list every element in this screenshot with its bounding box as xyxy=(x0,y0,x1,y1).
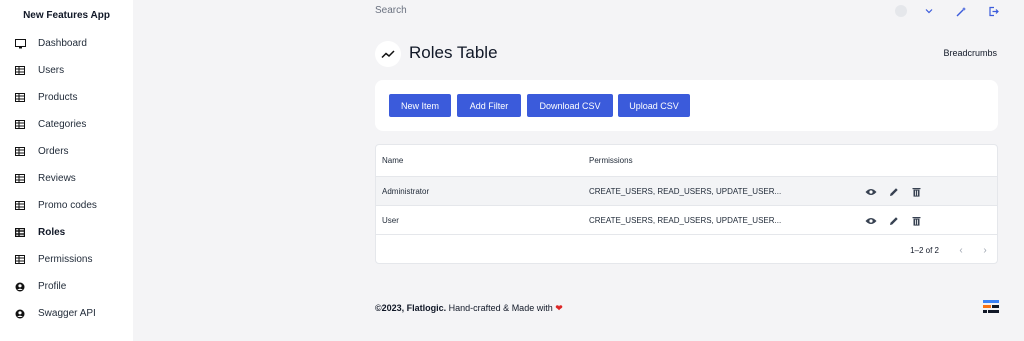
upload-csv-button[interactable]: Upload CSV xyxy=(618,94,690,117)
cell-name: User xyxy=(382,216,399,225)
chevron-right-icon[interactable]: › xyxy=(979,243,991,257)
sidebar-item-promo-codes[interactable]: Promo codes xyxy=(0,192,133,219)
logout-icon[interactable] xyxy=(986,4,1000,18)
sidebar-item-label: Dashboard xyxy=(38,38,87,49)
table-icon xyxy=(14,200,26,212)
sidebar-item-profile[interactable]: Profile xyxy=(0,273,133,300)
sidebar-item-roles[interactable]: Roles xyxy=(0,219,133,246)
search-input[interactable]: Search xyxy=(375,5,407,16)
table-icon xyxy=(14,173,26,185)
sidebar-item-label: Promo codes xyxy=(38,200,97,211)
table-icon xyxy=(14,119,26,131)
trash-icon[interactable] xyxy=(910,214,923,227)
sidebar-item-label: Products xyxy=(38,92,78,103)
sidebar-item-label: Profile xyxy=(38,281,67,292)
sidebar-item-dashboard[interactable]: Dashboard xyxy=(0,30,133,57)
avatar[interactable] xyxy=(894,4,908,18)
eye-icon[interactable] xyxy=(864,185,877,198)
sidebar-item-label: Swagger API xyxy=(38,308,96,319)
sidebar-item-label: Reviews xyxy=(38,173,76,184)
sidebar-item-reviews[interactable]: Reviews xyxy=(0,165,133,192)
sidebar-item-categories[interactable]: Categories xyxy=(0,111,133,138)
table-icon xyxy=(14,92,26,104)
app-title: New Features App xyxy=(23,9,110,21)
eye-icon[interactable] xyxy=(864,214,877,227)
pencil-icon[interactable] xyxy=(887,214,900,227)
chevron-left-icon[interactable]: ‹ xyxy=(955,243,967,257)
pagination: 1–2 of 2 ‹ › xyxy=(376,237,997,263)
pencil-icon[interactable] xyxy=(887,185,900,198)
sidebar-item-users[interactable]: Users xyxy=(0,57,133,84)
page-title: Roles Table xyxy=(409,43,498,62)
sidebar-item-products[interactable]: Products xyxy=(0,84,133,111)
table-icon xyxy=(14,227,26,239)
table-icon xyxy=(14,254,26,266)
pagination-info: 1–2 of 2 xyxy=(910,246,939,255)
row-actions xyxy=(864,214,923,227)
user-circle-icon xyxy=(14,281,26,293)
theme-toggle-icon[interactable] xyxy=(954,4,968,18)
column-header-name[interactable]: Name xyxy=(382,156,403,165)
monitor-icon xyxy=(14,38,26,50)
cell-name: Administrator xyxy=(382,187,430,196)
table-row[interactable]: User CREATE_USERS, READ_USERS, UPDATE_US… xyxy=(376,206,997,235)
sidebar-item-orders[interactable]: Orders xyxy=(0,138,133,165)
column-header-permissions[interactable]: Permissions xyxy=(589,156,633,165)
trend-icon xyxy=(375,41,401,67)
sidebar-item-swagger-api[interactable]: Swagger API xyxy=(0,300,133,327)
table-icon xyxy=(14,146,26,158)
topbar: Search xyxy=(133,0,1024,24)
sidebar-item-label: Permissions xyxy=(38,254,93,265)
cell-permissions: CREATE_USERS, READ_USERS, UPDATE_USER... xyxy=(589,216,782,225)
chevron-down-icon[interactable] xyxy=(922,4,936,18)
breadcrumb[interactable]: Breadcrumbs xyxy=(943,48,997,58)
footer-text: Hand-crafted & Made with xyxy=(446,303,556,313)
new-item-button[interactable]: New Item xyxy=(389,94,451,117)
heart-icon: ❤ xyxy=(555,303,563,313)
sidebar-item-label: Roles xyxy=(38,227,66,238)
table-header-row: Name Permissions xyxy=(376,145,997,177)
sidebar-item-label: Users xyxy=(38,65,65,76)
sidebar: New Features App Dashboard Users Product… xyxy=(0,0,133,341)
topbar-actions xyxy=(894,4,1000,18)
trash-icon[interactable] xyxy=(910,185,923,198)
cell-permissions: CREATE_USERS, READ_USERS, UPDATE_USER... xyxy=(589,187,782,196)
user-circle-icon xyxy=(14,308,26,320)
table-icon xyxy=(14,65,26,77)
sidebar-item-label: Categories xyxy=(38,119,87,130)
download-csv-button[interactable]: Download CSV xyxy=(527,94,613,117)
row-actions xyxy=(864,185,923,198)
flatlogic-logo-icon[interactable] xyxy=(983,299,999,315)
toolbar: New Item Add Filter Download CSV Upload … xyxy=(375,80,998,131)
roles-table: Name Permissions Administrator CREATE_US… xyxy=(375,144,998,264)
sidebar-item-label: Orders xyxy=(38,146,69,157)
footer-brand[interactable]: ©2023, Flatlogic. xyxy=(375,303,446,313)
table-row[interactable]: Administrator CREATE_USERS, READ_USERS, … xyxy=(376,177,997,206)
sidebar-item-permissions[interactable]: Permissions xyxy=(0,246,133,273)
add-filter-button[interactable]: Add Filter xyxy=(457,94,521,117)
footer: ©2023, Flatlogic. Hand-crafted & Made wi… xyxy=(375,303,563,314)
